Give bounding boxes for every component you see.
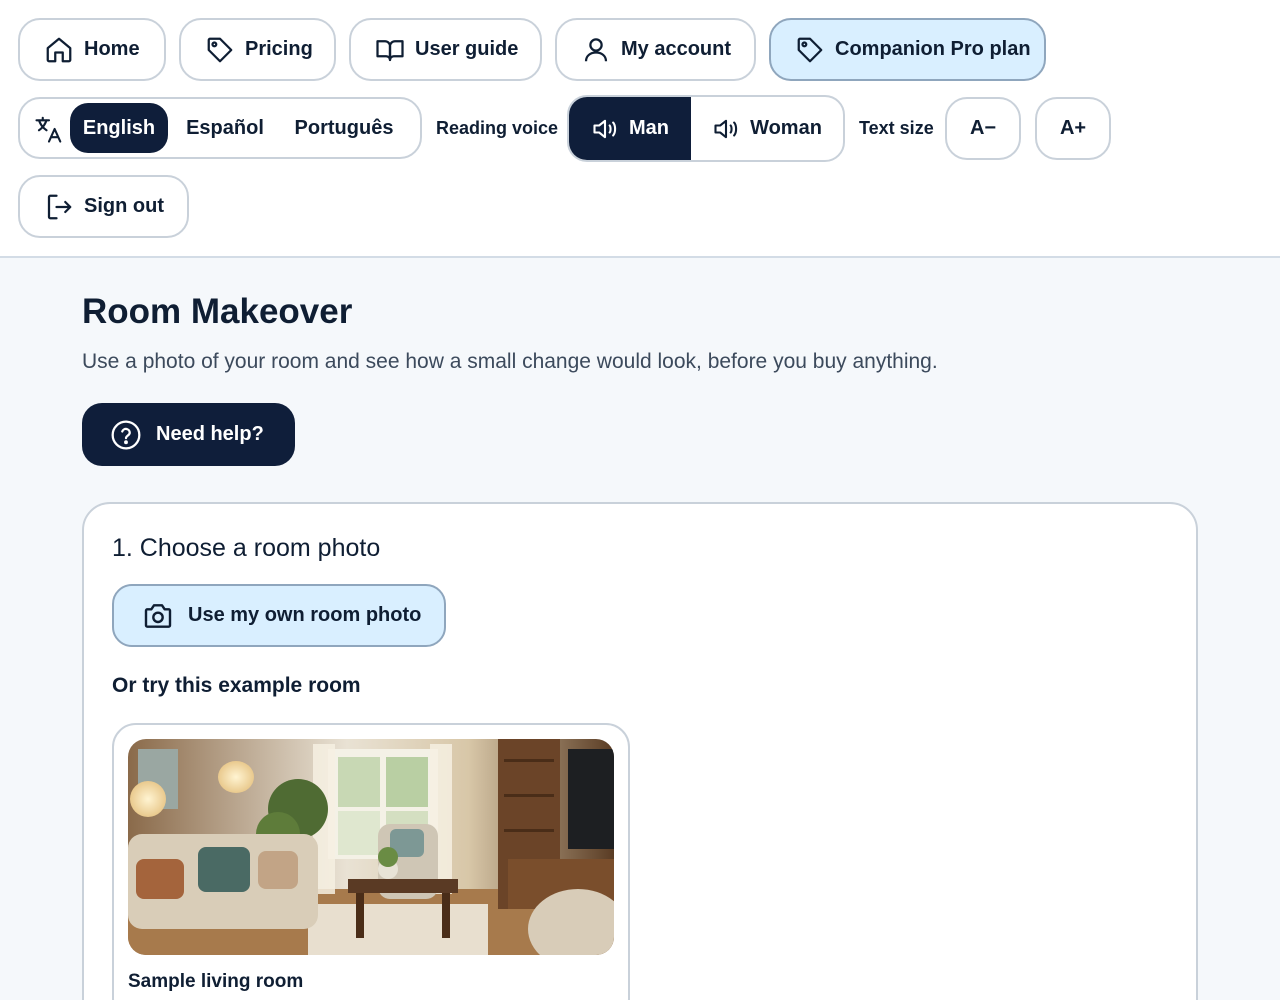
tag-icon bbox=[797, 37, 823, 62]
step-title: 1. Choose a room photo bbox=[112, 534, 381, 562]
sample-room-caption: Sample living room bbox=[128, 971, 304, 992]
text-size-decrease-button[interactable]: A− bbox=[945, 97, 1021, 160]
question-icon bbox=[111, 420, 141, 449]
reading-voice-label: Reading voice bbox=[436, 118, 559, 138]
need-help-label: Need help? bbox=[156, 423, 264, 445]
my-account-label: My account bbox=[621, 38, 732, 60]
speaker-icon bbox=[714, 119, 738, 138]
example-room-label: Or try this example room bbox=[112, 674, 361, 697]
need-help-button[interactable]: Need help? bbox=[82, 403, 295, 466]
sign-out-icon bbox=[47, 194, 72, 219]
language-option-portugues[interactable]: Português bbox=[282, 103, 406, 153]
page-subtitle: Use a photo of your room and see how a s… bbox=[82, 350, 938, 373]
book-icon bbox=[376, 39, 404, 61]
voice-option-woman[interactable]: Woman bbox=[691, 97, 843, 160]
voice-option-man[interactable]: Man bbox=[569, 97, 691, 160]
top-toolbar: Home Pricing User guide My account Compa… bbox=[0, 0, 1280, 258]
pro-plan-button[interactable]: Companion Pro plan bbox=[769, 18, 1046, 81]
translate-icon bbox=[35, 116, 62, 143]
user-guide-button[interactable]: User guide bbox=[349, 18, 542, 81]
user-icon bbox=[584, 37, 608, 61]
pro-plan-label: Companion Pro plan bbox=[835, 38, 1031, 60]
home-icon bbox=[46, 37, 72, 62]
page-title: Room Makeover bbox=[82, 292, 353, 331]
sample-room-image bbox=[128, 739, 614, 955]
sign-out-button[interactable]: Sign out bbox=[18, 175, 189, 238]
tag-icon bbox=[207, 37, 233, 62]
speaker-icon bbox=[593, 119, 617, 138]
language-option-espanol[interactable]: Español bbox=[176, 103, 274, 153]
voice-option-man-label: Man bbox=[629, 117, 669, 139]
user-guide-label: User guide bbox=[415, 38, 519, 60]
language-switcher: English Español Português bbox=[18, 97, 422, 159]
voice-switcher: Man Woman bbox=[567, 95, 845, 162]
language-option-english[interactable]: English bbox=[70, 103, 168, 153]
voice-option-woman-label: Woman bbox=[750, 117, 822, 139]
upload-photo-label: Use my own room photo bbox=[188, 604, 422, 626]
home-button[interactable]: Home bbox=[18, 18, 166, 81]
text-size-label: Text size bbox=[859, 118, 934, 138]
sign-out-label: Sign out bbox=[84, 195, 164, 217]
text-size-increase-button[interactable]: A+ bbox=[1035, 97, 1111, 160]
camera-icon bbox=[144, 603, 172, 628]
choose-photo-card: 1. Choose a room photo Use my own room p… bbox=[82, 502, 1198, 1000]
my-account-button[interactable]: My account bbox=[555, 18, 756, 81]
pricing-button[interactable]: Pricing bbox=[179, 18, 336, 81]
sample-room-card[interactable]: Sample living room bbox=[112, 723, 630, 1000]
upload-photo-button[interactable]: Use my own room photo bbox=[112, 584, 446, 647]
home-label: Home bbox=[84, 38, 140, 60]
pricing-label: Pricing bbox=[245, 38, 313, 60]
